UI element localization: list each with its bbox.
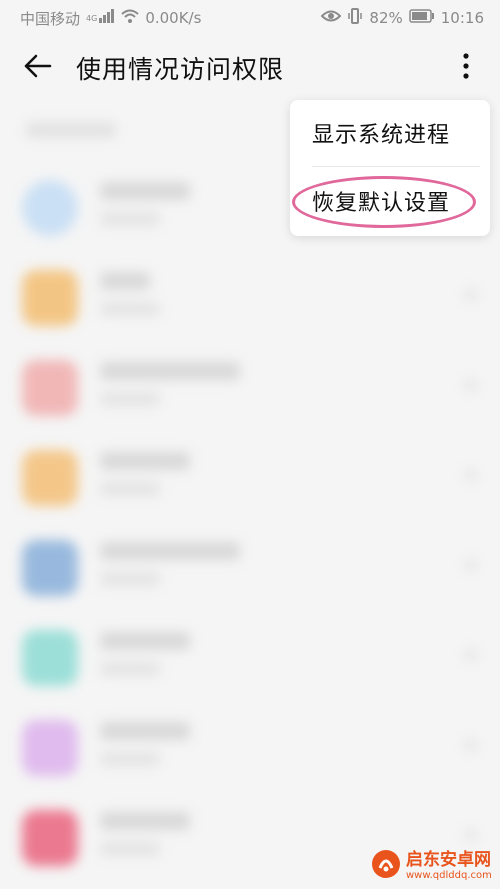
more-vert-icon xyxy=(463,53,469,83)
app-status-placeholder xyxy=(100,212,160,226)
chevron-right-icon xyxy=(464,828,478,842)
status-right: 82% 10:16 xyxy=(321,8,484,28)
list-item[interactable] xyxy=(0,250,500,342)
app-name-placeholder xyxy=(100,452,190,470)
more-options-button[interactable] xyxy=(446,48,486,88)
clock: 10:16 xyxy=(440,9,484,27)
app-status-placeholder xyxy=(100,302,160,316)
app-status-placeholder xyxy=(100,482,160,496)
list-item[interactable] xyxy=(0,520,500,612)
menu-divider xyxy=(312,166,480,167)
app-icon xyxy=(22,810,78,866)
app-name-placeholder xyxy=(100,812,190,830)
signal-icon xyxy=(99,9,115,27)
app-icon xyxy=(22,180,78,236)
watermark-title: 启东安卓网 xyxy=(406,849,491,870)
chevron-right-icon xyxy=(464,648,478,662)
chevron-right-icon xyxy=(464,378,478,392)
app-name-placeholder xyxy=(100,722,190,740)
list-item[interactable] xyxy=(0,430,500,522)
app-icon xyxy=(22,450,78,506)
app-name-placeholder xyxy=(100,542,240,560)
app-icon xyxy=(22,540,78,596)
list-header-placeholder xyxy=(26,122,116,138)
eye-icon xyxy=(321,9,342,27)
app-status-placeholder xyxy=(100,662,160,676)
list-item[interactable] xyxy=(0,700,500,792)
highlight-annotation xyxy=(292,176,476,228)
page-title: 使用情况访问权限 xyxy=(76,55,285,84)
watermark-logo-icon xyxy=(370,848,402,884)
list-item[interactable] xyxy=(0,610,500,702)
wifi-icon xyxy=(121,9,139,27)
chevron-right-icon xyxy=(464,288,478,302)
app-status-placeholder xyxy=(100,752,160,766)
watermark-url: www.qdlddq.com xyxy=(406,869,492,881)
app-bar: 使用情况访问权限 xyxy=(0,36,500,100)
chevron-right-icon xyxy=(464,468,478,482)
app-status-placeholder xyxy=(100,572,160,586)
carrier-label: 中国移动 xyxy=(20,9,81,28)
menu-item-show-system-processes[interactable]: 显示系统进程 xyxy=(290,100,490,166)
battery-percent: 82% xyxy=(369,9,403,27)
list-item[interactable] xyxy=(0,340,500,432)
back-button[interactable] xyxy=(0,36,76,100)
app-name-placeholder xyxy=(100,632,190,650)
app-icon xyxy=(22,720,78,776)
app-name-placeholder xyxy=(100,272,150,290)
app-status-placeholder xyxy=(100,392,160,406)
app-name-placeholder xyxy=(100,182,190,200)
vibrate-icon xyxy=(347,8,363,28)
chevron-right-icon xyxy=(464,738,478,752)
watermark: 启东安卓网 www.qdlddq.com xyxy=(370,846,500,886)
watermark-text: 启东安卓网 www.qdlddq.com xyxy=(406,849,492,881)
status-left: 中国移动 4G 0.00K/s xyxy=(20,8,201,29)
status-bar: 中国移动 4G 0.00K/s 82% 10:16 xyxy=(0,0,500,36)
app-icon xyxy=(22,630,78,686)
app-icon xyxy=(22,360,78,416)
network-speed: 0.00K/s xyxy=(145,9,202,27)
app-status-placeholder xyxy=(100,842,160,856)
app-name-placeholder xyxy=(100,362,240,380)
chevron-right-icon xyxy=(464,558,478,572)
network-badge: 4G xyxy=(86,13,98,23)
battery-icon xyxy=(409,9,435,27)
app-icon xyxy=(22,270,78,326)
back-arrow-icon xyxy=(24,54,52,82)
